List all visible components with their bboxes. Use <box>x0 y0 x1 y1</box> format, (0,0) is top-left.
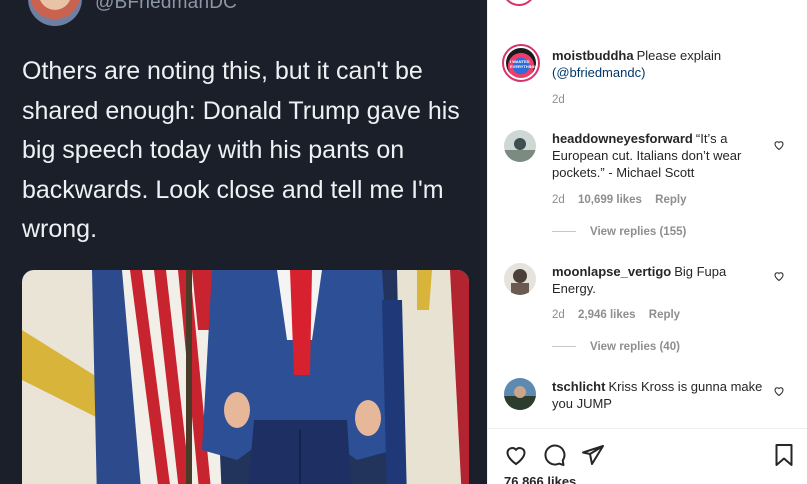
comment-meta: 2d 10,699 likes Reply <box>552 194 696 206</box>
comment-text: tschlicht Kriss Kross is gunna make you J… <box>552 379 763 411</box>
commenter-avatar[interactable] <box>504 378 536 410</box>
commenter-avatar[interactable] <box>502 44 540 82</box>
comment-text: moistbuddha Please explain (@bfriedmandc) <box>552 48 722 80</box>
view-replies-button[interactable]: View replies (155) <box>552 226 686 238</box>
post-author-avatar[interactable] <box>502 0 536 6</box>
comment-likes[interactable]: 10,699 likes <box>578 194 642 206</box>
tweet-author-avatar <box>28 0 82 26</box>
comment-username[interactable]: moonlapse_vertigo <box>552 264 671 279</box>
mention-link[interactable]: (@bfriedmandc) <box>552 65 645 80</box>
view-replies-button[interactable]: View replies (40) <box>552 341 680 353</box>
comment-username[interactable]: tschlicht <box>552 379 605 394</box>
comment-time[interactable]: 2d <box>552 94 565 106</box>
commenter-avatar[interactable] <box>504 130 536 162</box>
comment-meta: 2d 2,946 likes Reply <box>552 309 690 321</box>
comment-icon[interactable] <box>542 443 566 467</box>
likes-count[interactable]: 76,866 likes <box>504 474 576 484</box>
comment-time[interactable]: 2d <box>552 309 565 321</box>
tweet-handle: @BFriedmanDC <box>95 0 238 13</box>
comment-likes[interactable]: 2,946 likes <box>578 309 636 321</box>
share-icon[interactable] <box>581 443 605 467</box>
comment-text: moonlapse_vertigo Big Fupa Energy. <box>552 264 727 296</box>
comment-text: headdowneyesforward “It’s a European cut.… <box>552 131 742 180</box>
tweet-text: Others are noting this, but it can't be … <box>22 57 460 243</box>
tweet-photo <box>22 270 469 484</box>
like-heart-icon[interactable] <box>773 139 785 151</box>
like-heart-icon[interactable] <box>773 270 785 282</box>
reply-button[interactable]: Reply <box>655 194 686 206</box>
comment-username[interactable]: moistbuddha <box>552 48 634 63</box>
commenter-avatar[interactable] <box>504 263 536 295</box>
post-image[interactable]: @BFriedmanDC Others are noting this, but… <box>0 0 487 484</box>
comment-time[interactable]: 2d <box>552 194 565 206</box>
comments-panel: moistbuddhaPlease explain (@bfriedmandc)… <box>487 0 807 484</box>
reply-button[interactable]: Reply <box>649 309 680 321</box>
comment-username[interactable]: headdowneyesforward <box>552 131 693 146</box>
comment-meta: 2d <box>552 94 575 106</box>
bookmark-icon[interactable] <box>772 443 796 467</box>
like-heart-icon[interactable] <box>773 385 785 397</box>
heart-icon[interactable] <box>504 443 528 467</box>
